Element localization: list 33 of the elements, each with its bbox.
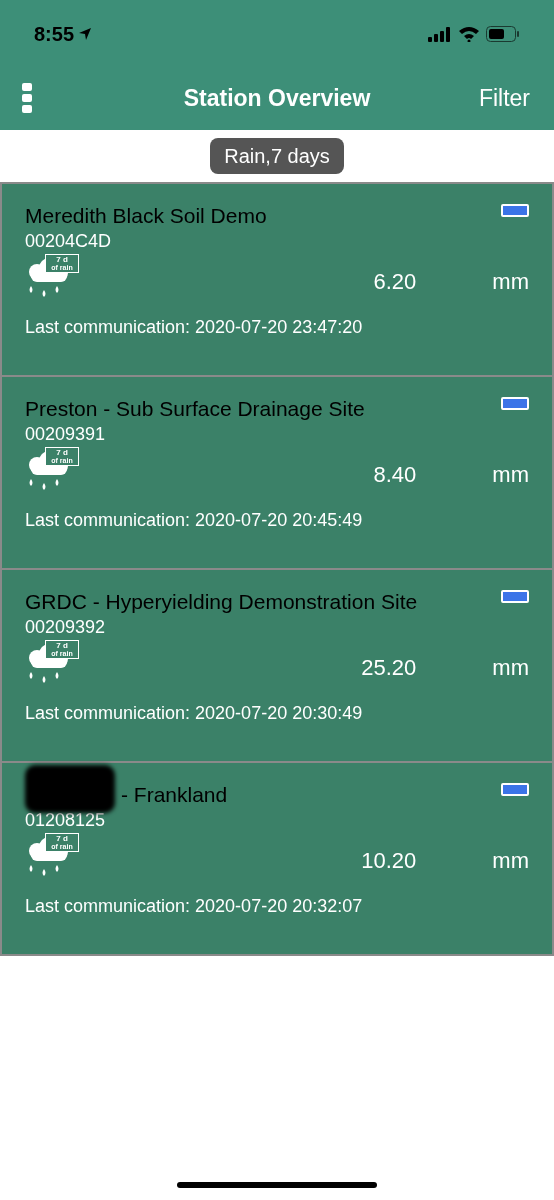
signal-icon xyxy=(428,26,452,42)
unit-label: mm xyxy=(492,846,529,875)
location-arrow-icon xyxy=(78,27,93,41)
unit-label: mm xyxy=(492,460,529,489)
icon-label: 7 d xyxy=(56,641,68,650)
last-communication: Last communication: 2020-07-20 20:30:49 xyxy=(25,702,364,725)
last-communication: Last communication: 2020-07-20 23:47:20 xyxy=(25,316,364,339)
unit-label: mm xyxy=(492,267,529,296)
filter-chip: Rain,7 days xyxy=(210,138,344,174)
status-time: 8:55 xyxy=(34,22,75,47)
rain-value: 8.40 xyxy=(372,460,417,489)
station-name: Meredith Black Soil Demo xyxy=(25,203,267,230)
last-communication: Last communication: 2020-07-20 20:32:07 xyxy=(25,895,364,918)
icon-label: 7 d xyxy=(56,448,68,457)
wifi-icon xyxy=(458,26,480,42)
station-name: GRDC - Hyperyielding Demonstration Site xyxy=(25,589,418,616)
station-id: 01208125 xyxy=(25,809,107,831)
battery-icon xyxy=(486,26,520,42)
icon-label: 7 d xyxy=(56,255,68,264)
screen-title: Station Overview xyxy=(183,83,371,113)
station-id: 00209392 xyxy=(25,616,107,638)
station-name: Preston - Sub Surface Drainage Site xyxy=(25,396,365,423)
station-id: 00209391 xyxy=(25,423,107,445)
rain-value: 6.20 xyxy=(372,267,417,296)
station-name: - Frankland xyxy=(121,782,228,809)
rain-value: 25.20 xyxy=(360,653,417,682)
station-id: 00204C4D xyxy=(25,230,113,252)
menu-button[interactable] xyxy=(22,83,32,113)
unit-label: mm xyxy=(492,653,529,682)
rain-value: 10.20 xyxy=(360,846,417,875)
last-communication: Last communication: 2020-07-20 20:45:49 xyxy=(25,509,364,532)
icon-label: 7 d xyxy=(56,834,68,843)
filter-button[interactable]: Filter xyxy=(478,80,530,116)
